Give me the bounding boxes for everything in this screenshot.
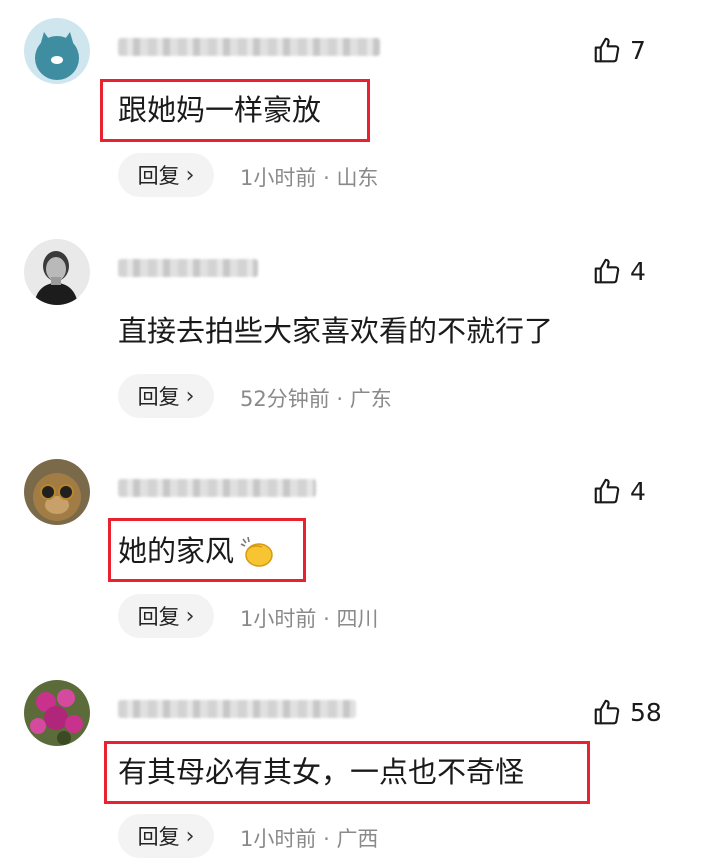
- comment-location: 广西: [336, 827, 379, 851]
- like-count: 4: [630, 256, 646, 286]
- like-button[interactable]: 7: [592, 34, 646, 66]
- reply-button[interactable]: 回复 ›: [118, 374, 214, 418]
- comment-time: 52分钟前: [240, 387, 330, 411]
- comment-meta: 1小时前 · 广西: [240, 823, 378, 853]
- chevron-right-icon: ›: [185, 603, 195, 629]
- meta-separator: ·: [336, 387, 344, 411]
- comment-item: 4 她的家风 回复 › 1小时前 · 四川: [0, 441, 707, 656]
- like-button[interactable]: 58: [592, 696, 662, 728]
- reply-label: 回复: [137, 825, 180, 849]
- comment-item: 58 有其母必有其女，一点也不奇怪 回复 › 1小时前 · 广西: [0, 662, 707, 863]
- meta-separator: ·: [323, 166, 330, 190]
- thumbs-up-icon: [594, 478, 620, 504]
- comment-text: 跟她妈一样豪放: [118, 93, 322, 127]
- reply-label: 回复: [137, 385, 180, 409]
- comment-location: 山东: [336, 166, 379, 190]
- comment-meta: 1小时前 · 四川: [240, 603, 378, 633]
- comment-time: 1小时前: [240, 166, 317, 190]
- username-blurred[interactable]: [118, 479, 316, 497]
- comment-item: 4 直接去拍些大家喜欢看的不就行了 回复 › 52分钟前 · 广东: [0, 221, 707, 436]
- username-blurred[interactable]: [118, 259, 258, 277]
- like-count: 58: [630, 697, 662, 727]
- chevron-right-icon: ›: [185, 823, 195, 849]
- like-button[interactable]: 4: [592, 475, 646, 507]
- thumbs-up-icon: [594, 37, 620, 63]
- clapping-hands-emoji: [238, 535, 274, 571]
- avatar[interactable]: [24, 459, 90, 525]
- comment-time: 1小时前: [240, 827, 317, 851]
- username-blurred[interactable]: [118, 700, 356, 718]
- thumbs-up-icon: [594, 699, 620, 725]
- thumbs-up-icon: [594, 258, 620, 284]
- chevron-right-icon: ›: [185, 162, 195, 188]
- reply-label: 回复: [137, 164, 180, 188]
- reply-button[interactable]: 回复 ›: [118, 814, 214, 858]
- chevron-right-icon: ›: [185, 383, 195, 409]
- comment-text: 有其母必有其女，一点也不奇怪: [118, 755, 525, 789]
- reply-label: 回复: [137, 605, 180, 629]
- reply-button[interactable]: 回复 ›: [118, 594, 214, 638]
- avatar[interactable]: [24, 239, 90, 305]
- meta-separator: ·: [323, 607, 330, 631]
- meta-separator: ·: [323, 827, 330, 851]
- reply-button[interactable]: 回复 ›: [118, 153, 214, 197]
- comment-meta: 1小时前 · 山东: [240, 162, 378, 192]
- username-blurred[interactable]: [118, 38, 380, 56]
- avatar[interactable]: [24, 18, 90, 84]
- comment-meta: 52分钟前 · 广东: [240, 383, 392, 413]
- like-count: 7: [630, 35, 646, 65]
- like-button[interactable]: 4: [592, 255, 646, 287]
- avatar[interactable]: [24, 680, 90, 746]
- comment-time: 1小时前: [240, 607, 317, 631]
- comment-location: 广东: [349, 387, 392, 411]
- comment-item: 7 跟她妈一样豪放 回复 › 1小时前 · 山东: [0, 0, 707, 215]
- comment-location: 四川: [336, 607, 379, 631]
- like-count: 4: [630, 476, 646, 506]
- comment-text: 直接去拍些大家喜欢看的不就行了: [118, 314, 554, 348]
- comment-text-content: 她的家风: [118, 534, 235, 568]
- comment-text: 她的家风: [118, 529, 274, 573]
